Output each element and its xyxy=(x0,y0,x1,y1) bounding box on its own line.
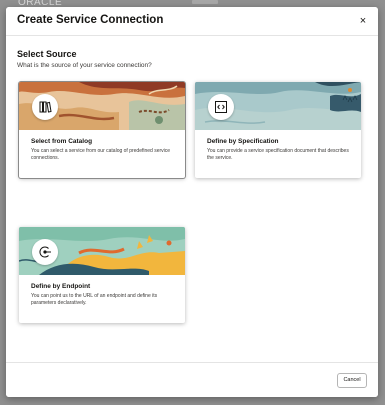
card-description: You can point us to the URL of an endpoi… xyxy=(31,293,158,306)
close-icon: × xyxy=(359,15,367,27)
dialog-header: Create Service Connection × xyxy=(6,7,378,36)
card-select-from-catalog[interactable]: Select from Catalog You can select a ser… xyxy=(19,82,185,178)
header-placeholder xyxy=(192,0,218,4)
create-service-connection-dialog: Create Service Connection × Select Sourc… xyxy=(6,7,378,397)
section-title: Select Source xyxy=(17,49,77,59)
close-button[interactable]: × xyxy=(354,12,372,30)
dialog-footer: Cancel xyxy=(6,362,378,397)
code-icon xyxy=(208,94,234,120)
card-title: Define by Endpoint xyxy=(31,283,91,290)
card-title: Define by Specification xyxy=(207,138,279,145)
dialog-title: Create Service Connection xyxy=(17,14,164,26)
card-define-by-specification[interactable]: Define by Specification You can provide … xyxy=(195,82,361,178)
dialog-body: Select Source What is the source of your… xyxy=(6,36,378,362)
card-define-by-endpoint[interactable]: Define by Endpoint You can point us to t… xyxy=(19,227,185,323)
card-description: You can provide a service specification … xyxy=(207,148,349,161)
cancel-button[interactable]: Cancel xyxy=(337,373,367,388)
endpoint-icon xyxy=(32,239,58,265)
card-description: You can select a service from our catalo… xyxy=(31,148,171,161)
card-title: Select from Catalog xyxy=(31,138,93,145)
section-subtitle: What is the source of your service conne… xyxy=(17,62,152,69)
book-icon xyxy=(32,94,58,120)
